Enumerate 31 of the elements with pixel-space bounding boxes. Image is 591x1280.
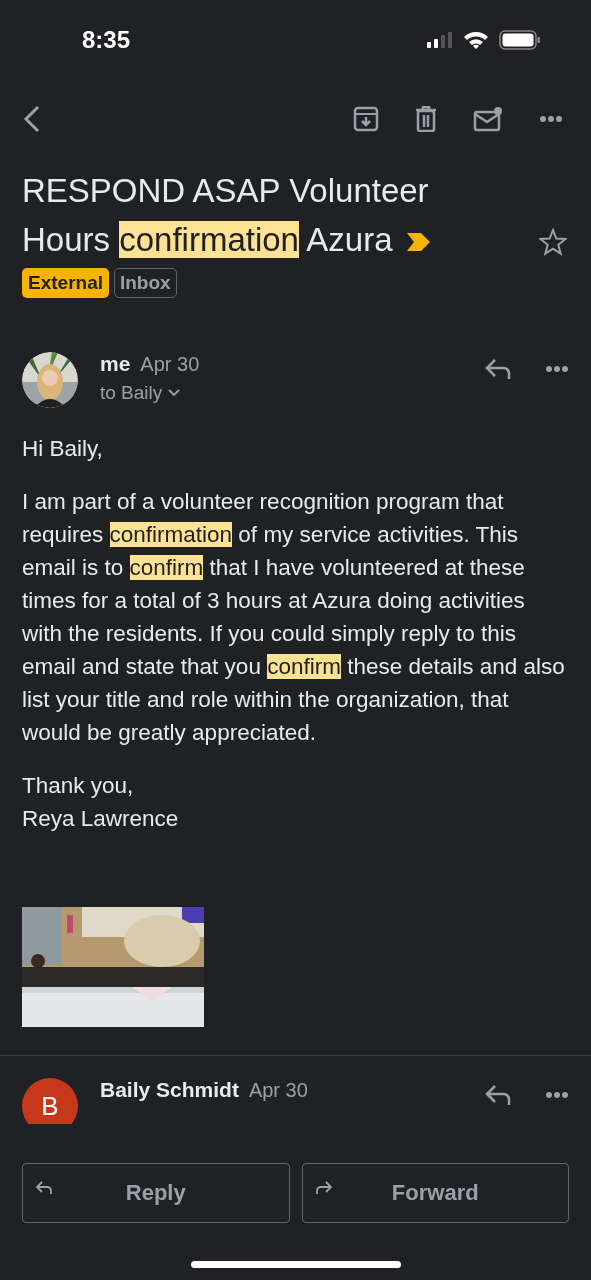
battery-icon: [499, 30, 541, 50]
body-paragraph: I am part of a volunteer recognition program that requires confirmation of my service activities. This email is to confirm that I have volunteered at these times for a total of 3 hours at Azura doing activities with the residents. If you could simply reply to this email and state that you confirm these details and also list your title and role within the organization, that would be greatly appreciated.: [22, 488, 566, 747]
more-icon[interactable]: [545, 1091, 569, 1099]
body-paragraph: Thank you, Reya Lawrence: [22, 772, 180, 833]
label-tag[interactable]: External: [22, 268, 109, 298]
message-date: Apr 30: [248, 1079, 308, 1102]
reply-icon[interactable]: [485, 1084, 511, 1106]
mail-icon[interactable]: [473, 106, 503, 132]
recipient-toggle[interactable]: to Baily: [100, 382, 181, 404]
sender-name: Baily Schmidt: [100, 1078, 239, 1102]
reply-icon: [35, 1180, 53, 1196]
label-tag[interactable]: Inbox: [114, 268, 177, 298]
reply-button[interactable]: Reply: [22, 1163, 290, 1223]
wifi-icon: [463, 31, 489, 49]
more-icon[interactable]: [545, 365, 569, 373]
archive-icon[interactable]: [353, 106, 379, 132]
chevron-down-icon: [168, 389, 181, 397]
sender-name: me: [100, 352, 131, 376]
reply-icon[interactable]: [485, 358, 511, 380]
avatar: B: [22, 1078, 78, 1124]
status-time: 8:35: [82, 26, 131, 54]
more-icon[interactable]: [539, 115, 563, 123]
back-icon[interactable]: [23, 105, 41, 133]
trash-icon[interactable]: [415, 106, 437, 132]
star-icon[interactable]: [539, 228, 567, 256]
message-date: Apr 30: [140, 353, 200, 376]
forward-button[interactable]: Forward: [301, 1163, 569, 1223]
forward-icon: [314, 1180, 333, 1196]
email-subject: RESPOND ASAP Volunteer Hours confirmation Azura: [22, 171, 432, 260]
body-paragraph: Hi Baily,: [22, 435, 104, 463]
signal-icon: [427, 32, 453, 48]
